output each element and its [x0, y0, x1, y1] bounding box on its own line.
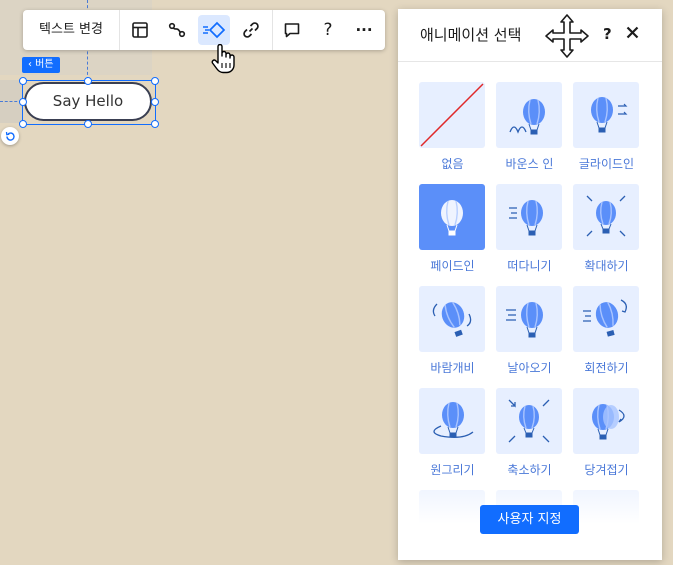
animation-option-fold[interactable]: 당겨접기: [573, 388, 640, 478]
link-icon: [243, 22, 259, 38]
resize-handle[interactable]: [19, 120, 27, 128]
help-button[interactable]: ?: [312, 15, 344, 45]
element-type-tag[interactable]: ‹ 버튼: [22, 57, 60, 73]
animation-thumb: [496, 388, 562, 454]
balloon-icon: [432, 301, 472, 337]
resize-handle[interactable]: [19, 77, 27, 85]
close-icon[interactable]: [626, 26, 639, 39]
animation-label: 없음: [441, 157, 464, 171]
animation-thumb: [573, 388, 639, 454]
animation-thumb: [573, 82, 639, 148]
animation-label: 원그리기: [430, 463, 475, 477]
none-slash-icon: [420, 83, 484, 147]
animation-option-fade-in[interactable]: 페이드인: [419, 184, 486, 274]
panel-header: 애니메이션 선택 ?: [398, 9, 662, 62]
balloon-icon: [591, 97, 628, 133]
resize-handle[interactable]: [84, 77, 92, 85]
animation-label: 날아오기: [507, 361, 552, 375]
animation-label: 당겨접기: [584, 463, 629, 477]
animation-label: 회전하기: [584, 361, 629, 375]
say-hello-button[interactable]: Say Hello: [24, 82, 152, 121]
balloon-icon: [586, 195, 626, 237]
balloon-icon: [583, 299, 627, 337]
animation-option-none[interactable]: 없음: [419, 82, 486, 172]
customize-button[interactable]: 사용자 지정: [480, 505, 579, 534]
balloon-icon: [441, 200, 463, 236]
comment-button[interactable]: [276, 15, 308, 45]
animation-thumb: [573, 184, 639, 250]
animation-option-shrink[interactable]: 축소하기: [496, 388, 563, 478]
help-icon: ?: [323, 20, 333, 40]
floating-toolbar: 텍스트 변경 ? ···: [23, 10, 385, 50]
resize-handle[interactable]: [19, 98, 27, 106]
panel-help-icon[interactable]: ?: [603, 25, 612, 43]
connect-icon: [168, 22, 186, 38]
link-button[interactable]: [235, 15, 267, 45]
animation-thumb: [496, 286, 562, 352]
connect-button[interactable]: [161, 15, 193, 45]
animation-thumb-selected: [419, 184, 485, 250]
layout-icon: [132, 22, 148, 38]
more-icon: ···: [355, 21, 373, 39]
resize-handle[interactable]: [84, 120, 92, 128]
animation-label: 떠다니기: [507, 259, 552, 273]
move-drag-icon[interactable]: [544, 13, 590, 59]
balloon-icon: [509, 99, 545, 135]
animation-thumb: [496, 82, 562, 148]
animation-panel: 애니메이션 선택 ? 없음 바운스 인 글라이드인 페이드인 떠다니기 확대하기…: [398, 9, 662, 560]
resize-handle[interactable]: [151, 77, 159, 85]
balloon-icon: [509, 200, 543, 236]
comment-icon: [284, 23, 300, 38]
animation-thumb: [573, 286, 639, 352]
animation-option-float[interactable]: 떠다니기: [496, 184, 563, 274]
layout-button[interactable]: [124, 15, 156, 45]
balloon-icon: [592, 404, 625, 440]
animation-icon: [203, 21, 226, 39]
toolbar-divider: [119, 10, 120, 50]
animation-thumb: [496, 184, 562, 250]
animation-option-pinwheel[interactable]: 바람개비: [419, 286, 486, 376]
balloon-icon: [506, 302, 543, 338]
animation-option-glide-in[interactable]: 글라이드인: [573, 82, 640, 172]
animation-thumb: [419, 82, 485, 148]
hand-cursor-icon: [211, 44, 235, 74]
change-text-button[interactable]: 텍스트 변경: [23, 10, 119, 50]
resize-handle[interactable]: [151, 120, 159, 128]
panel-title: 애니메이션 선택: [420, 26, 522, 44]
animation-label: 페이드인: [430, 259, 475, 273]
animation-option-arc[interactable]: 원그리기: [419, 388, 486, 478]
rotate-icon: [5, 131, 15, 141]
animation-option-spin[interactable]: 회전하기: [573, 286, 640, 376]
balloon-icon: [433, 402, 474, 438]
animation-label: 바람개비: [430, 361, 475, 375]
animation-option-expand[interactable]: 확대하기: [573, 184, 640, 274]
animation-button[interactable]: [198, 15, 230, 45]
balloon-icon: [508, 399, 550, 443]
more-button[interactable]: ···: [348, 15, 380, 45]
animation-thumb: [419, 286, 485, 352]
animation-label: 확대하기: [584, 259, 629, 273]
rotate-handle[interactable]: [1, 127, 19, 145]
animation-thumb: [419, 388, 485, 454]
animation-label: 글라이드인: [578, 157, 635, 171]
resize-handle[interactable]: [151, 98, 159, 106]
animation-option-fly-in[interactable]: 날아오기: [496, 286, 563, 376]
toolbar-divider: [272, 10, 273, 50]
animation-option-bounce-in[interactable]: 바운스 인: [496, 82, 563, 172]
animation-label: 바운스 인: [505, 157, 554, 171]
animation-label: 축소하기: [507, 463, 552, 477]
